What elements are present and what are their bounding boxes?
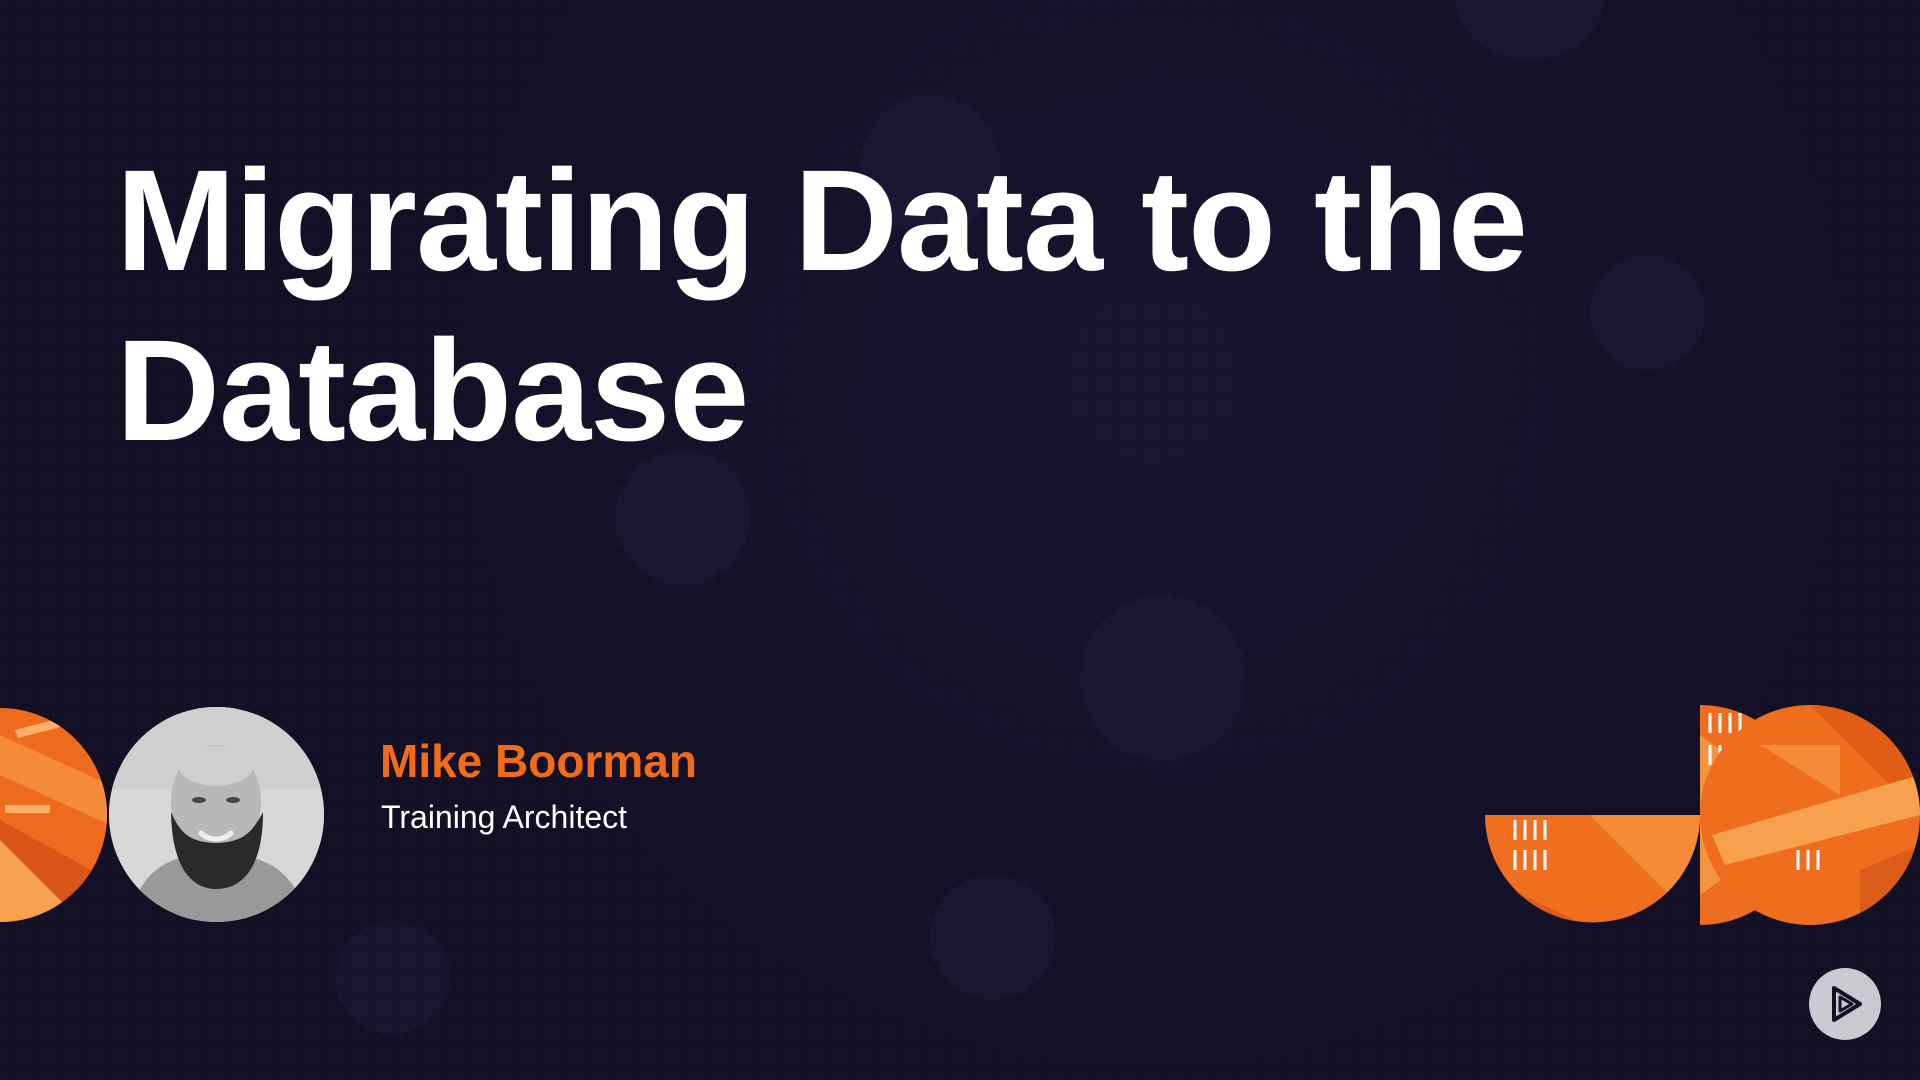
presenter-name: Mike Boorman [380, 735, 697, 787]
slide-title: Migrating Data to the Database [116, 140, 1528, 471]
background-circle [335, 920, 450, 1035]
pluralsight-play-button[interactable] [1809, 968, 1881, 1040]
presenter-role: Training Architect [381, 799, 628, 835]
background-circle [930, 875, 1055, 1000]
right-orange-pattern-group [1485, 705, 1920, 925]
pluralsight-play-icon [1832, 986, 1862, 1022]
left-orange-pattern-circle [0, 708, 107, 922]
title-slide: Migrating Data to the Database Mike Boor… [0, 0, 1920, 1080]
background-circle [1080, 595, 1245, 760]
presenter-photo [109, 707, 324, 922]
background-circle [1455, 0, 1605, 60]
